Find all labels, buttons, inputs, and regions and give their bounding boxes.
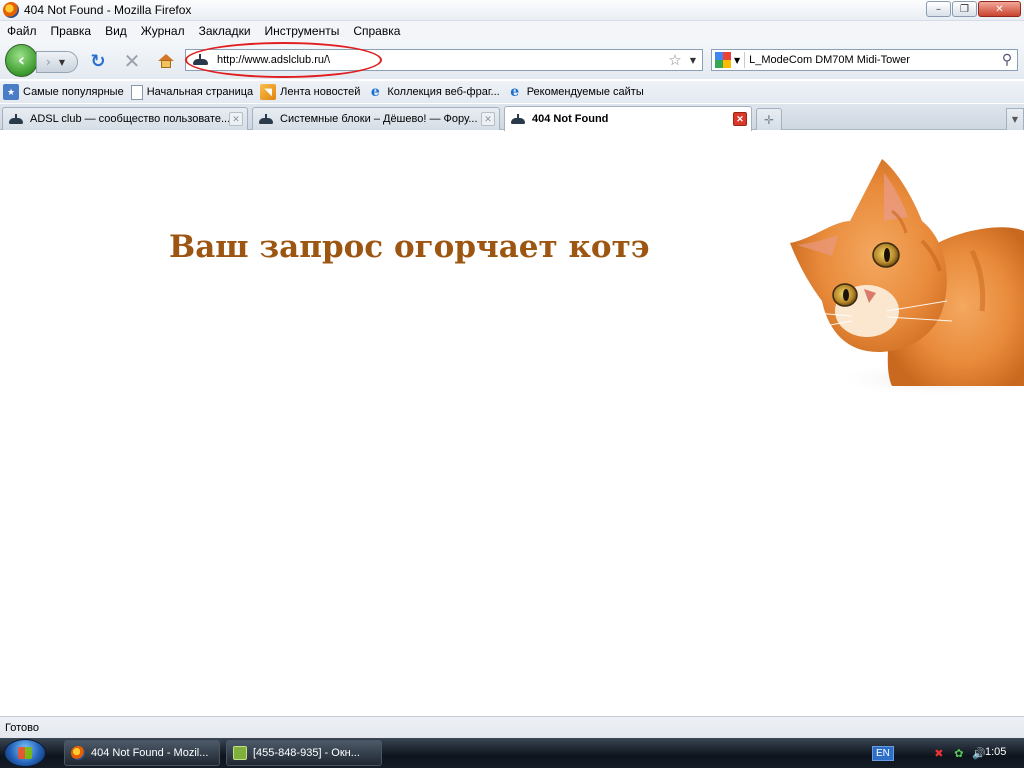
reload-button[interactable]: ↻: [88, 50, 108, 72]
forward-button[interactable]: › ▼: [36, 51, 78, 73]
window-title: 404 Not Found - Mozilla Firefox: [24, 3, 192, 17]
close-button[interactable]: ✕: [978, 1, 1021, 17]
url-text[interactable]: http://www.adslclub.ru/\: [217, 54, 666, 66]
forward-arrow-icon: ›: [46, 55, 51, 69]
stop-button[interactable]: ✕: [121, 49, 143, 73]
volume-icon[interactable]: 🔊: [972, 746, 986, 760]
menu-bar: Файл Правка Вид Журнал Закладки Инструме…: [0, 21, 1024, 41]
taskbar-item-firefox[interactable]: 404 Not Found - Mozil...: [64, 740, 220, 766]
title-bar: 404 Not Found - Mozilla Firefox – ❐ ✕: [0, 0, 1024, 21]
new-tab-button[interactable]: ✛: [756, 108, 782, 130]
menu-file[interactable]: Файл: [0, 24, 44, 38]
window-controls: – ❐ ✕: [926, 1, 1021, 17]
bookmark-item[interactable]: ★ Самые популярные: [3, 84, 124, 100]
antivirus-icon[interactable]: ✖: [932, 746, 946, 760]
site-favicon-icon: [511, 114, 527, 124]
search-input[interactable]: L_ModeCom DM70M Midi-Tower: [749, 54, 997, 66]
status-bar: Готово: [0, 716, 1024, 738]
menu-edit[interactable]: Правка: [44, 24, 99, 38]
back-button[interactable]: ‹: [5, 44, 38, 77]
bookmark-item[interactable]: Начальная страница: [130, 84, 253, 100]
system-tray: EN ✖ ✿ 🔊: [872, 742, 986, 764]
site-favicon-icon: [192, 54, 210, 66]
ie-icon: e: [510, 84, 520, 100]
tab-404[interactable]: 404 Not Found ✕: [504, 106, 752, 131]
network-icon[interactable]: ✿: [952, 746, 966, 760]
bookmarks-toolbar: ★ Самые популярные Начальная страница ◥ Ле…: [0, 81, 1024, 103]
language-indicator[interactable]: EN: [872, 745, 894, 761]
home-button[interactable]: [155, 50, 177, 72]
bookmark-star-icon[interactable]: ☆: [666, 51, 684, 69]
status-text: Готово: [5, 721, 39, 734]
plus-icon: ✛: [763, 112, 775, 127]
url-dropdown-icon[interactable]: ▼: [684, 56, 702, 65]
tab-list-button[interactable]: ▼: [1006, 108, 1024, 130]
tab-strip: ADSL club — сообщество пользовате... ✕ С…: [0, 104, 1024, 131]
menu-help[interactable]: Справка: [346, 24, 407, 38]
window-icon: [233, 746, 247, 760]
search-bar[interactable]: ▼ L_ModeCom DM70M Midi-Tower ⚲: [711, 49, 1018, 71]
page-content: Ваш запрос огорчает котэ: [0, 131, 1024, 716]
url-bar[interactable]: http://www.adslclub.ru/\ ☆ ▼: [185, 49, 703, 71]
popular-icon: ★: [3, 84, 19, 100]
tab-close-icon[interactable]: ✕: [229, 112, 243, 126]
search-engine-dropdown-icon[interactable]: ▼: [734, 56, 740, 65]
clock[interactable]: 1:05: [985, 746, 1006, 758]
back-arrow-icon: ‹: [17, 50, 26, 71]
history-dropdown-icon[interactable]: ▼: [59, 58, 65, 67]
search-icon[interactable]: ⚲: [997, 52, 1017, 68]
menu-view[interactable]: Вид: [98, 24, 134, 38]
bookmark-item[interactable]: e Коллекция веб-фраг...: [367, 84, 500, 100]
menu-bookmarks[interactable]: Закладки: [192, 24, 258, 38]
firefox-icon: [71, 746, 85, 760]
stop-icon: ✕: [123, 49, 141, 73]
minimize-button[interactable]: –: [926, 1, 951, 17]
taskbar-item-window[interactable]: [455-848-935] - Окн...: [226, 740, 382, 766]
ie-icon: e: [370, 84, 380, 100]
cat-image: [790, 159, 1024, 397]
site-favicon-icon: [259, 114, 275, 124]
bookmark-item[interactable]: ◥ Лента новостей: [260, 84, 360, 100]
menu-tools[interactable]: Инструменты: [258, 24, 347, 38]
tab-adsl-club[interactable]: ADSL club — сообщество пользовате... ✕: [2, 107, 248, 130]
tab-system-units[interactable]: Системные блоки – Дёшево! — Фору... ✕: [252, 107, 500, 130]
page-icon: [130, 84, 143, 100]
rss-icon: ◥: [260, 84, 277, 100]
google-icon[interactable]: [715, 52, 731, 68]
reload-icon: ↻: [90, 50, 106, 72]
site-favicon-icon: [9, 114, 25, 124]
maximize-button[interactable]: ❐: [952, 1, 977, 17]
firefox-icon: [3, 2, 19, 18]
menu-history[interactable]: Журнал: [134, 24, 192, 38]
taskbar: 404 Not Found - Mozil... [455-848-935] -…: [0, 738, 1024, 768]
tab-close-icon[interactable]: ✕: [733, 112, 747, 126]
start-button[interactable]: [4, 739, 46, 767]
home-icon: [158, 54, 174, 68]
bookmark-item[interactable]: e Рекомендуемые сайты: [507, 84, 644, 100]
chevron-down-icon: ▼: [1011, 115, 1019, 124]
tab-close-icon[interactable]: ✕: [481, 112, 495, 126]
page-headline: Ваш запрос огорчает котэ: [169, 229, 650, 265]
